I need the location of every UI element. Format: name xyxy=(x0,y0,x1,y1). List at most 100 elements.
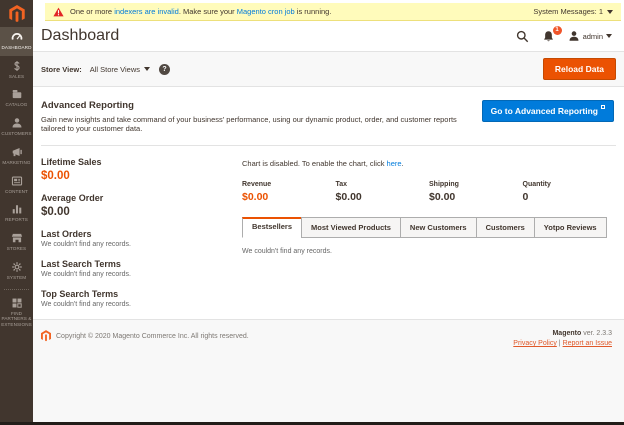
dollar-icon xyxy=(13,60,20,71)
person-icon xyxy=(12,118,21,128)
gear-icon xyxy=(11,262,22,272)
stat-label: Shipping xyxy=(429,181,459,188)
store-view-selector[interactable]: All Store Views xyxy=(89,64,151,74)
quantity-stat: Quantity 0 xyxy=(523,181,617,203)
system-messages-toggle[interactable]: System Messages: 1 xyxy=(533,7,613,16)
help-icon[interactable]: ? xyxy=(159,63,171,75)
store-view-value: All Store Views xyxy=(89,64,141,74)
metric-label: Average Order xyxy=(41,193,104,203)
stat-value: $0.00 xyxy=(335,191,362,203)
sidebar-item-label: SYSTEM xyxy=(6,274,27,280)
magento-logo-icon xyxy=(8,4,25,22)
admin-user-menu[interactable]: admin xyxy=(568,30,612,42)
search-icon xyxy=(516,30,528,42)
tab-empty-note: We couldn't find any records. xyxy=(242,248,332,255)
footer-version-group: Magento ver. 2.3.3 Privacy Policy | Repo… xyxy=(513,330,612,347)
warning-icon xyxy=(53,7,64,16)
dashboard-content: Advanced Reporting Gain new insights and… xyxy=(33,87,624,319)
sidebar-item-reports[interactable]: REPORTS xyxy=(0,199,33,228)
sidebar-nav: DASHBOARD SALES CATALOG CUSTOMERS MARKET… xyxy=(0,0,33,425)
last-orders-metric: Last Orders We couldn't find any records… xyxy=(41,229,242,248)
tab-most-viewed-products[interactable]: Most Viewed Products xyxy=(301,217,401,238)
tab-bestsellers[interactable]: Bestsellers xyxy=(242,217,303,238)
advanced-reporting-button-label: Go to Advanced Reporting xyxy=(490,106,598,116)
sidebar-item-label: FIND PARTNERS & EXTENSIONS xyxy=(1,310,32,328)
extensions-icon xyxy=(12,298,22,308)
chart-note-prefix: Chart is disabled. To enable the chart, … xyxy=(242,159,387,168)
enable-chart-link[interactable]: here xyxy=(387,159,402,168)
sidebar-item-stores[interactable]: STORES xyxy=(0,228,33,257)
chevron-down-icon xyxy=(144,67,151,71)
totals-row: Revenue $0.00 Tax $0.00 Shipping $0.00 Q… xyxy=(242,181,616,203)
box-icon xyxy=(12,90,21,99)
sidebar-item-sales[interactable]: SALES xyxy=(0,56,33,85)
advanced-reporting-description: Gain new insights and take command of yo… xyxy=(41,115,457,133)
main-area: One or more indexers are invalid. Make s… xyxy=(33,0,624,425)
lifetime-sales-metric: Lifetime Sales $0.00 xyxy=(41,157,242,182)
footer-row: Copyright © 2020 Magento Commerce Inc. A… xyxy=(41,330,612,347)
metrics-column: Lifetime Sales $0.00 Average Order $0.00… xyxy=(41,157,242,319)
empty-records-note: We couldn't find any records. xyxy=(41,271,131,278)
external-link-icon xyxy=(601,105,605,109)
system-messages-label: System Messages: 1 xyxy=(533,7,603,16)
sidebar-divider xyxy=(4,288,29,290)
tab-customers[interactable]: Customers xyxy=(475,217,535,238)
metric-label: Last Orders xyxy=(41,229,92,239)
shipping-stat: Shipping $0.00 xyxy=(429,181,523,203)
metric-value: $0.00 xyxy=(41,206,70,218)
sidebar-item-dashboard[interactable]: DASHBOARD xyxy=(0,27,33,56)
page-title: Dashboard xyxy=(41,27,120,44)
stat-value: 0 xyxy=(522,191,529,203)
version-line: Magento ver. 2.3.3 xyxy=(513,330,612,337)
dashboard-tabs: Bestsellers Most Viewed Products New Cus… xyxy=(242,217,616,238)
notification-badge: 1 xyxy=(552,25,562,35)
privacy-policy-link[interactable]: Privacy Policy xyxy=(513,340,557,347)
search-button[interactable] xyxy=(516,30,529,43)
stat-label: Revenue xyxy=(242,181,272,188)
chart-note-suffix: . xyxy=(401,159,404,168)
reload-data-button[interactable]: Reload Data xyxy=(542,58,616,80)
cron-job-link[interactable]: Magento cron job xyxy=(237,7,295,16)
sidebar-item-label: SALES xyxy=(8,73,25,79)
sidebar-item-catalog[interactable]: CATALOG xyxy=(0,84,33,113)
copyright-text: Copyright © 2020 Magento Commerce Inc. A… xyxy=(56,332,249,340)
report-issue-link[interactable]: Report an Issue xyxy=(563,340,612,347)
magento-footer-logo-icon xyxy=(41,330,51,342)
sidebar-item-customers[interactable]: CUSTOMERS xyxy=(0,113,33,142)
header-actions: 1 admin xyxy=(516,25,612,43)
tab-yotpo-reviews[interactable]: Yotpo Reviews xyxy=(533,217,607,238)
user-icon xyxy=(569,31,579,41)
top-search-terms-metric: Top Search Terms We couldn't find any re… xyxy=(41,289,242,308)
sidebar-item-label: CATALOG xyxy=(5,102,28,108)
footer: Copyright © 2020 Magento Commerce Inc. A… xyxy=(33,319,624,425)
notifications-button[interactable]: 1 xyxy=(542,25,562,43)
sidebar-item-find-partners[interactable]: FIND PARTNERS & EXTENSIONS xyxy=(0,293,33,333)
sidebar-item-marketing[interactable]: MARKETING xyxy=(0,142,33,171)
magento-admin-window: DASHBOARD SALES CATALOG CUSTOMERS MARKET… xyxy=(0,0,624,425)
empty-records-note: We couldn't find any records. xyxy=(41,301,131,308)
sidebar-item-label: REPORTS xyxy=(5,217,28,223)
tab-new-customers[interactable]: New Customers xyxy=(399,217,477,238)
message-text: One or more indexers are invalid. Make s… xyxy=(70,7,331,16)
page-icon xyxy=(11,176,22,186)
page-header: Dashboard 1 admin xyxy=(33,21,624,52)
footer-links: Privacy Policy | Report an Issue xyxy=(513,340,612,347)
magento-logo[interactable] xyxy=(0,0,33,27)
sidebar-item-label: DASHBOARD xyxy=(1,45,32,50)
metric-label: Top Search Terms xyxy=(41,289,119,299)
admin-user-name: admin xyxy=(582,31,603,41)
sidebar-item-content[interactable]: CONTENT xyxy=(0,171,33,200)
metric-label: Last Search Terms xyxy=(41,259,121,269)
go-to-advanced-reporting-button[interactable]: Go to Advanced Reporting xyxy=(481,100,614,122)
message-middle: . Make sure your xyxy=(178,7,237,16)
store-view-toolbar: Store View: All Store Views ? Reload Dat… xyxy=(33,52,624,87)
chart-disabled-note: Chart is disabled. To enable the chart, … xyxy=(242,159,616,168)
stat-label: Tax xyxy=(335,181,348,188)
tax-stat: Tax $0.00 xyxy=(336,181,430,203)
sidebar-item-system[interactable]: SYSTEM xyxy=(0,257,33,286)
sidebar-item-label: CONTENT xyxy=(5,188,28,194)
metric-label: Lifetime Sales xyxy=(41,157,102,167)
advanced-reporting-title: Advanced Reporting xyxy=(41,100,134,111)
message-suffix: is running. xyxy=(294,7,332,16)
indexers-invalid-link[interactable]: indexers are invalid xyxy=(114,7,179,16)
